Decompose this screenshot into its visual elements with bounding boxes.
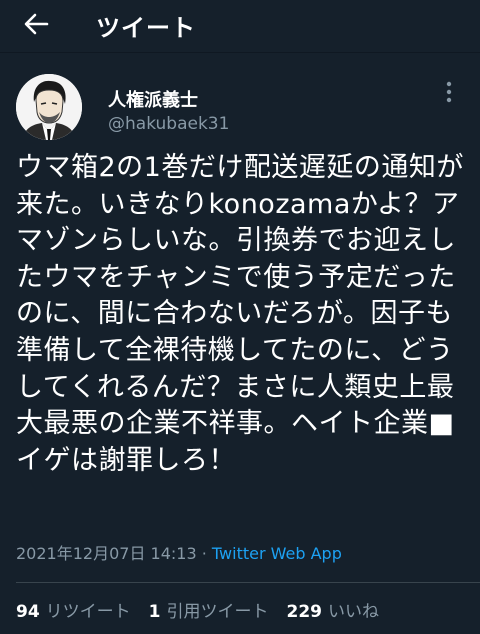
more-options-button[interactable] [438, 80, 460, 104]
quotes-stat[interactable]: 1 引用ツイート [149, 597, 269, 622]
back-button[interactable] [20, 10, 52, 38]
quotes-label: 引用ツイート [166, 602, 269, 622]
likes-count: 229 [286, 602, 323, 622]
page-title: ツイート [96, 14, 196, 42]
tweet-detail-screen: ツイート 人権派義士 @hakubaek31 ウマ箱2の1巻だけ配送遅延の通知が… [0, 0, 480, 634]
more-vertical-icon [446, 81, 452, 103]
divider [0, 52, 480, 53]
likes-label: いいね [328, 602, 380, 622]
tweet-author: 人権派義士 @hakubaek31 [16, 70, 464, 140]
tweet-timestamp[interactable]: 2021年12月07日 14:13 [16, 544, 197, 563]
arrow-left-icon [24, 13, 49, 35]
tweet-text: ウマ箱2の1巻だけ配送遅延の通知が来た。いきなりkonozamaかよ？アマゾンら… [16, 152, 464, 476]
quotes-count: 1 [148, 602, 161, 622]
retweets-count: 94 [16, 602, 40, 622]
avatar[interactable] [16, 74, 82, 140]
top-bar: ツイート [0, 0, 480, 50]
display-name[interactable]: 人権派義士 [108, 86, 198, 112]
retweets-stat[interactable]: 94 リツイート [16, 597, 131, 622]
divider [16, 582, 480, 583]
retweets-label: リツイート [45, 602, 131, 622]
tweet-stats: 94 リツイート 1 引用ツイート 229 いいね [16, 597, 397, 622]
meta-separator: · [196, 544, 212, 563]
user-handle[interactable]: @hakubaek31 [108, 114, 229, 134]
likes-stat[interactable]: 229 いいね [287, 597, 380, 622]
tweet-meta: 2021年12月07日 14:13 · Twitter Web App [16, 540, 342, 564]
tweet-source-link[interactable]: Twitter Web App [212, 544, 342, 563]
user-avatar-icon [16, 74, 82, 140]
